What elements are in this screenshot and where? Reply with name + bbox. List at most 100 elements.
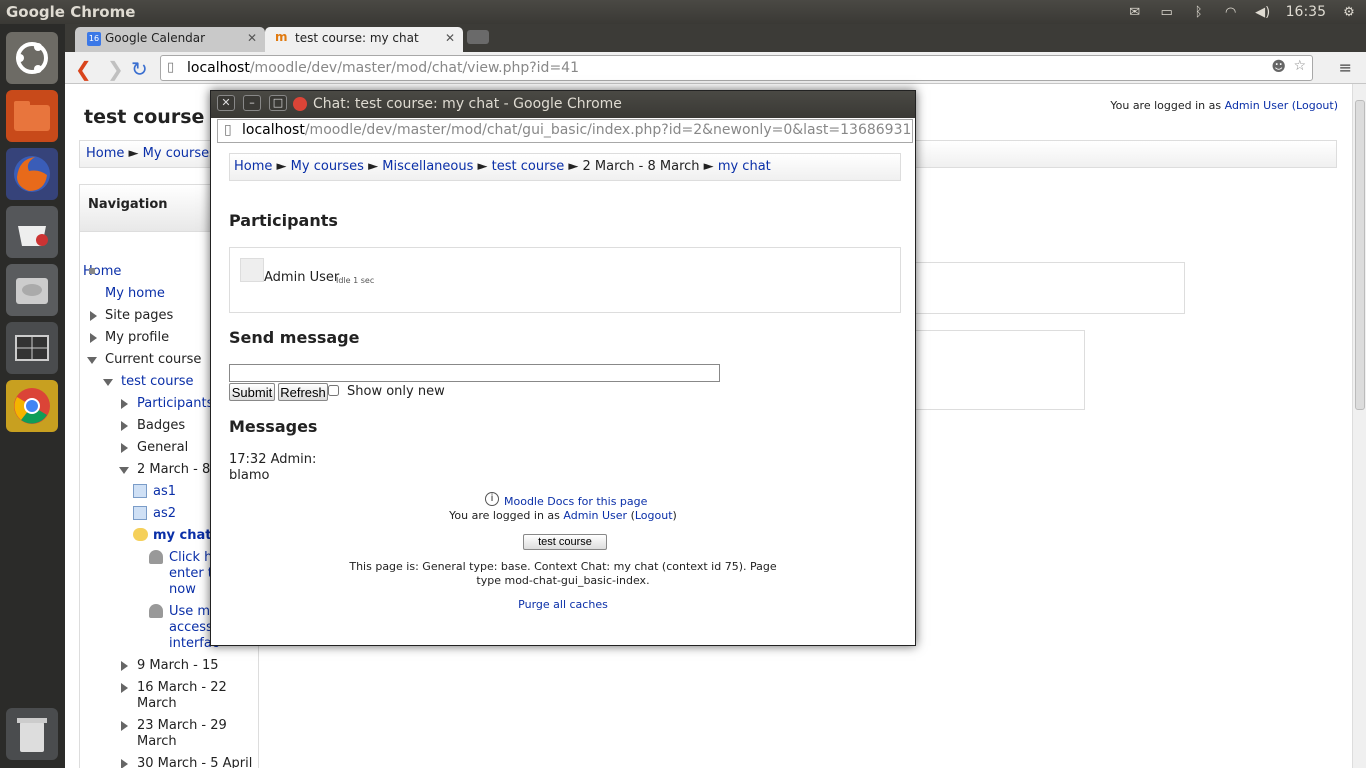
tab-label: test course: my chat <box>295 31 419 45</box>
nav-my-chat[interactable]: my chat <box>153 528 212 544</box>
close-window-icon[interactable]: ✕ <box>217 95 235 111</box>
close-tab-icon[interactable]: ✕ <box>445 31 455 45</box>
breadcrumb-home[interactable]: Home <box>234 159 272 174</box>
volume-icon[interactable]: ◀) <box>1254 5 1272 20</box>
bluetooth-icon[interactable]: ᛒ <box>1190 5 1208 20</box>
firefox-icon[interactable] <box>6 148 58 200</box>
page-scrollbar[interactable] <box>1352 84 1366 768</box>
nav-week-4-line2[interactable]: March <box>137 734 177 750</box>
breadcrumb-home[interactable]: Home <box>86 146 124 161</box>
breadcrumb-my-courses[interactable]: My courses <box>291 159 364 174</box>
nav-click-here-line1[interactable]: Click h <box>169 550 212 566</box>
popup-titlebar[interactable]: ✕ – □ Chat: test course: my chat - Googl… <box>211 91 915 118</box>
popup-address-bar[interactable]: ▯ localhost/moodle/dev/master/mod/chat/g… <box>217 119 913 143</box>
breadcrumb-my-chat[interactable]: my chat <box>718 159 771 174</box>
message-input[interactable] <box>229 364 720 382</box>
forward-arrow-icon[interactable]: ❯ <box>107 57 124 81</box>
collapse-arrow-icon[interactable] <box>119 467 129 474</box>
expand-arrow-icon[interactable] <box>121 443 128 453</box>
course-home-button[interactable]: test course <box>523 534 607 550</box>
battery-icon[interactable]: ▭ <box>1158 5 1176 20</box>
url-host: localhost <box>187 60 250 76</box>
collapse-arrow-icon[interactable] <box>103 379 113 386</box>
clock[interactable]: 16:35 <box>1286 4 1326 20</box>
login-user-link[interactable]: Admin User <box>563 509 627 522</box>
breadcrumb-week: 2 March - 8 March <box>582 159 700 174</box>
submit-button[interactable]: Submit <box>229 383 275 401</box>
nav-week-5[interactable]: 30 March - 5 April <box>137 756 252 768</box>
breadcrumb-separator: ► <box>703 159 714 174</box>
nav-as2[interactable]: as2 <box>153 506 176 522</box>
chrome-icon[interactable] <box>6 380 58 432</box>
nav-use-more-line2[interactable]: access <box>169 620 213 636</box>
nav-badges[interactable]: Badges <box>137 418 185 434</box>
wifi-icon[interactable]: ◠ <box>1222 5 1240 20</box>
reload-icon[interactable]: ↻ <box>131 57 148 81</box>
nav-click-here-line3[interactable]: now <box>169 582 196 598</box>
nav-week-3-line2[interactable]: March <box>137 696 177 712</box>
participant-name: Admin User <box>264 270 340 285</box>
files-icon[interactable] <box>6 90 58 142</box>
nav-general[interactable]: General <box>137 440 188 456</box>
login-user-link[interactable]: Admin User <box>1225 99 1289 112</box>
nav-current-course[interactable]: Current course <box>105 352 201 368</box>
tab-google-calendar[interactable]: 16 Google Calendar ✕ <box>75 27 265 52</box>
tab-test-course-chat[interactable]: m test course: my chat ✕ <box>265 27 463 52</box>
chrome-menu-icon[interactable]: ≡ <box>1339 58 1352 77</box>
nav-site-pages[interactable]: Site pages <box>105 308 173 324</box>
maximize-window-icon[interactable]: □ <box>269 95 287 111</box>
browser-toolbar: ❮ ❯ ↻ ▯ localhost/moodle/dev/master/mod/… <box>65 52 1366 84</box>
address-bar[interactable]: ▯ localhost/moodle/dev/master/mod/chat/v… <box>160 55 1313 81</box>
show-only-new-label: Show only new <box>347 384 445 399</box>
logout-link[interactable]: Logout <box>635 509 673 522</box>
tab-label: Google Calendar <box>105 31 206 45</box>
expand-arrow-icon[interactable] <box>121 683 128 693</box>
moodle-docs-link[interactable]: Moodle Docs for this page <box>504 495 647 508</box>
nav-week-3-line1[interactable]: 16 March - 22 <box>137 680 227 696</box>
new-tab-button[interactable] <box>467 30 489 44</box>
login-prefix: You are logged in as <box>1110 99 1222 112</box>
nav-week-2[interactable]: 9 March - 15 <box>137 658 219 674</box>
message-meta: 17:32 Admin: <box>229 452 317 467</box>
nav-my-profile[interactable]: My profile <box>105 330 169 346</box>
mail-icon[interactable]: ✉ <box>1126 5 1144 20</box>
expand-arrow-icon[interactable] <box>90 311 97 321</box>
nav-week-4-line1[interactable]: 23 March - 29 <box>137 718 227 734</box>
nav-as1[interactable]: as1 <box>153 484 176 500</box>
logout-link[interactable]: (Logout) <box>1292 99 1338 112</box>
expand-arrow-icon[interactable] <box>90 333 97 343</box>
scrollbar-thumb[interactable] <box>1355 100 1365 410</box>
show-only-new-checkbox[interactable] <box>328 385 339 396</box>
breadcrumb-test-course[interactable]: test course <box>492 159 565 174</box>
collapse-arrow-icon[interactable] <box>87 357 97 364</box>
avatar[interactable] <box>240 258 264 282</box>
nav-participants[interactable]: Participants <box>137 396 213 412</box>
nav-test-course[interactable]: test course <box>121 374 194 390</box>
close-tab-icon[interactable]: ✕ <box>247 31 257 45</box>
refresh-button[interactable]: Refresh <box>278 383 328 401</box>
back-arrow-icon[interactable]: ❮ <box>75 57 92 81</box>
expand-arrow-icon[interactable] <box>121 721 128 731</box>
breadcrumb-my-courses[interactable]: My courses <box>143 146 216 161</box>
workspace-switcher-icon[interactable] <box>6 322 58 374</box>
url-host: localhost <box>242 122 305 138</box>
message-text: blamo <box>229 468 270 483</box>
expand-arrow-icon[interactable] <box>121 661 128 671</box>
expand-arrow-icon[interactable] <box>121 759 128 768</box>
breadcrumb-miscellaneous[interactable]: Miscellaneous <box>382 159 473 174</box>
purge-caches-link[interactable]: Purge all caches <box>213 598 913 611</box>
settings-gear-icon[interactable]: ⚙ <box>1340 5 1358 20</box>
expand-arrow-icon[interactable] <box>121 399 128 409</box>
info-icon: i <box>485 492 499 506</box>
expand-arrow-icon[interactable] <box>121 421 128 431</box>
bookmark-star-icon[interactable]: ☆ <box>1293 58 1306 74</box>
breadcrumb-separator: ► <box>368 159 379 174</box>
trash-icon[interactable] <box>6 708 58 760</box>
disk-icon[interactable] <box>6 264 58 316</box>
users-icon <box>149 550 163 564</box>
reddit-extension-icon[interactable]: ☻ <box>1271 59 1286 75</box>
software-center-icon[interactable] <box>6 206 58 258</box>
nav-my-home[interactable]: My home <box>105 286 165 302</box>
minimize-window-icon[interactable]: – <box>243 95 261 111</box>
ubuntu-dash-icon[interactable] <box>6 32 58 84</box>
